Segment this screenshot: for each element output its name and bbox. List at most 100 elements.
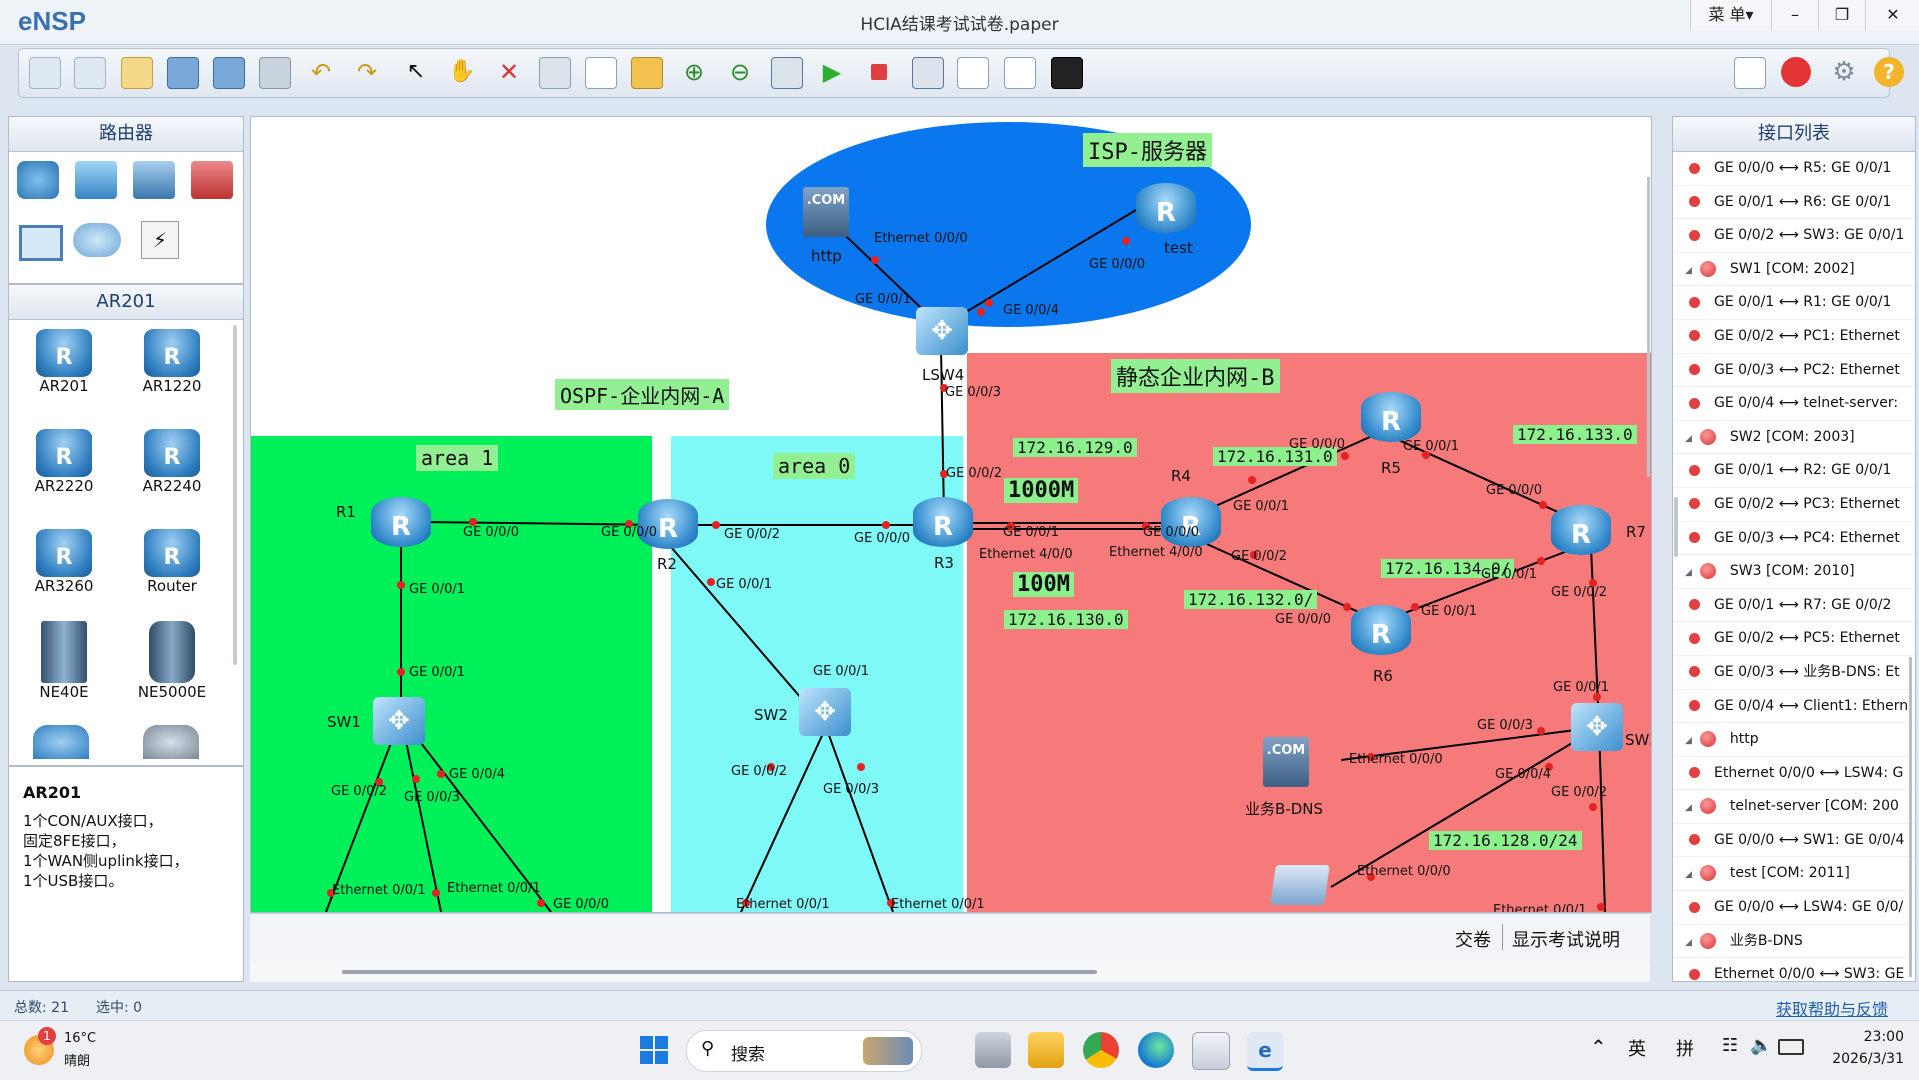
interface-row[interactable]: GE 0/0/2 ⟷ PC3: Ethernet [1673,488,1915,522]
open-icon[interactable] [121,57,153,89]
router-icon[interactable] [33,725,89,759]
device-sw3[interactable]: ✥ [1571,703,1623,751]
menu-button[interactable]: 菜 单▾ [1690,0,1771,30]
select-cursor-icon[interactable]: ↖ [401,57,431,87]
interface-row[interactable]: GE 0/0/0 ⟷ SW1: GE 0/0/4 [1673,824,1915,858]
interface-device-row[interactable]: ◢ SW3 [COM: 2010] [1673,555,1915,589]
device-ne5000e[interactable]: NE5000E [127,621,217,701]
interface-row[interactable]: Ethernet 0/0/0 ⟷ SW3: GE [1673,958,1915,981]
device-r7[interactable]: R [1551,505,1611,555]
interface-row[interactable]: GE 0/0/2 ⟷ SW3: GE 0/0/1 [1673,219,1915,253]
file-explorer-icon[interactable] [1028,1032,1064,1068]
wireless-category-icon[interactable] [133,161,175,199]
device-sw1[interactable]: ✥ [373,697,425,745]
fit-view-icon[interactable] [771,57,803,89]
battery-icon[interactable] [1778,1039,1804,1055]
chat-icon[interactable] [1734,57,1766,89]
edge-icon[interactable] [1138,1032,1174,1068]
wifi-icon[interactable]: ☷ [1722,1035,1738,1056]
zoom-out-icon[interactable]: ⊖ [725,57,755,87]
palette-icon[interactable] [631,57,663,89]
interface-list-splitter[interactable] [1674,497,1678,557]
interface-row[interactable]: GE 0/0/1 ⟷ R2: GE 0/0/1 [1673,454,1915,488]
device-ar2220[interactable]: R AR2220 [19,429,109,495]
interface-row[interactable]: GE 0/0/1 ⟷ R6: GE 0/0/1 [1673,186,1915,220]
interface-row[interactable]: GE 0/0/2 ⟷ PC5: Ethernet [1673,622,1915,656]
expand-triangle-icon[interactable]: ◢ [1685,938,1692,948]
device-http[interactable]: .COM [803,187,849,237]
delete-icon[interactable]: ✕ [494,57,524,87]
interface-row[interactable]: GE 0/0/3 ⟷ 业务B-DNS: Et [1673,656,1915,690]
task-view-icon[interactable] [975,1032,1011,1068]
settings-gear-icon[interactable]: ⚙ [1829,57,1859,87]
device-ar201[interactable]: R AR201 [19,329,109,395]
topology-icon[interactable] [957,57,989,89]
store-icon[interactable] [1192,1032,1230,1070]
device-ar3260[interactable]: R AR3260 [19,529,109,595]
device-ar1220[interactable]: R AR1220 [127,329,217,395]
device-r2[interactable]: R [638,499,698,549]
submit-exam-button[interactable]: 交卷 [1455,926,1491,952]
expand-triangle-icon[interactable]: ◢ [1685,736,1692,746]
close-button[interactable]: ✕ [1865,0,1919,30]
device-sw2[interactable]: ✥ [799,688,851,736]
interface-row[interactable]: GE 0/0/2 ⟷ PC1: Ethernet [1673,320,1915,354]
canvas-vertical-scrollbar[interactable] [1647,177,1650,477]
taskbar-search-box[interactable]: ⚲ 搜索 [686,1030,922,1072]
device-ne40e[interactable]: NE40E [19,621,109,701]
interface-device-row[interactable]: ◢ telnet-server [COM: 200 [1673,790,1915,824]
minimize-button[interactable]: – [1771,0,1818,30]
delete-link-icon[interactable] [539,57,571,89]
text-annotation-icon[interactable] [585,57,617,89]
undo-icon[interactable]: ↶ [306,57,336,87]
grid-icon[interactable] [1004,57,1036,89]
clock-time[interactable]: 23:00 [1848,1029,1904,1045]
link-category-icon[interactable]: ⚡ [141,221,179,259]
interface-row[interactable]: GE 0/0/4 ⟷ Client1: Ethern [1673,690,1915,724]
huawei-logo-icon[interactable] [1781,57,1811,87]
print-icon[interactable] [259,57,291,89]
interface-row[interactable]: GE 0/0/1 ⟷ R7: GE 0/0/2 [1673,589,1915,623]
interface-device-row[interactable]: ◢ SW2 [COM: 2003] [1673,421,1915,455]
expand-triangle-icon[interactable]: ◢ [1685,434,1692,444]
router-category-icon[interactable] [17,161,59,199]
expand-triangle-icon[interactable]: ◢ [1685,568,1692,578]
canvas-horizontal-scrollbar[interactable] [342,970,1097,974]
interface-row[interactable]: GE 0/0/0 ⟷ LSW4: GE 0/0/ [1673,891,1915,925]
input-lang-pinyin[interactable]: 拼 [1676,1035,1694,1061]
interface-device-row[interactable]: ◢ SW1 [COM: 2002] [1673,253,1915,287]
device-r3[interactable]: R [913,497,973,547]
clock-date[interactable]: 2026/3/31 [1822,1051,1904,1067]
expand-triangle-icon[interactable]: ◢ [1685,870,1692,880]
chevron-up-icon[interactable]: ⌃ [1590,1035,1607,1059]
device-ar2240[interactable]: R AR2240 [127,429,217,495]
topology-canvas[interactable]: ISP-服务器 OSPF-企业内网-A 静态企业内网-B area 1 area… [250,116,1652,913]
scrollbar[interactable] [233,325,237,665]
redo-icon[interactable]: ↷ [352,57,382,87]
save-icon[interactable] [167,57,199,89]
device-lsw4[interactable]: ✥ [916,307,968,355]
windows-start-icon[interactable] [640,1036,668,1064]
interface-list-scrollbar[interactable] [1909,657,1912,977]
interface-device-row[interactable]: ◢ http [1673,723,1915,757]
help-feedback-link[interactable]: 获取帮助与反馈 [1776,996,1888,1020]
new-exam-icon[interactable] [74,57,106,89]
interface-row[interactable]: GE 0/0/0 ⟷ R5: GE 0/0/1 [1673,152,1915,186]
expand-triangle-icon[interactable]: ◢ [1685,803,1692,813]
device-r5[interactable]: R [1361,392,1421,442]
cli-terminal-icon[interactable] [1051,57,1083,89]
device-test[interactable]: R [1136,183,1196,233]
interface-device-row[interactable]: ◢ test [COM: 2011] [1673,857,1915,892]
capture-icon[interactable] [912,57,944,89]
expand-triangle-icon[interactable]: ◢ [1685,266,1692,276]
help-icon[interactable]: ? [1874,57,1904,87]
save-as-icon[interactable] [213,57,245,89]
switch-category-icon[interactable] [75,161,117,199]
cloud-category-icon[interactable] [73,223,121,257]
show-instructions-button[interactable]: 显示考试说明 [1512,926,1620,952]
pc-category-icon[interactable] [19,225,63,261]
zoom-in-icon[interactable]: ⊕ [679,57,709,87]
hand-drag-icon[interactable]: ✋ [447,57,477,87]
firewall-category-icon[interactable] [191,161,233,199]
device-router[interactable]: R Router [127,529,217,595]
